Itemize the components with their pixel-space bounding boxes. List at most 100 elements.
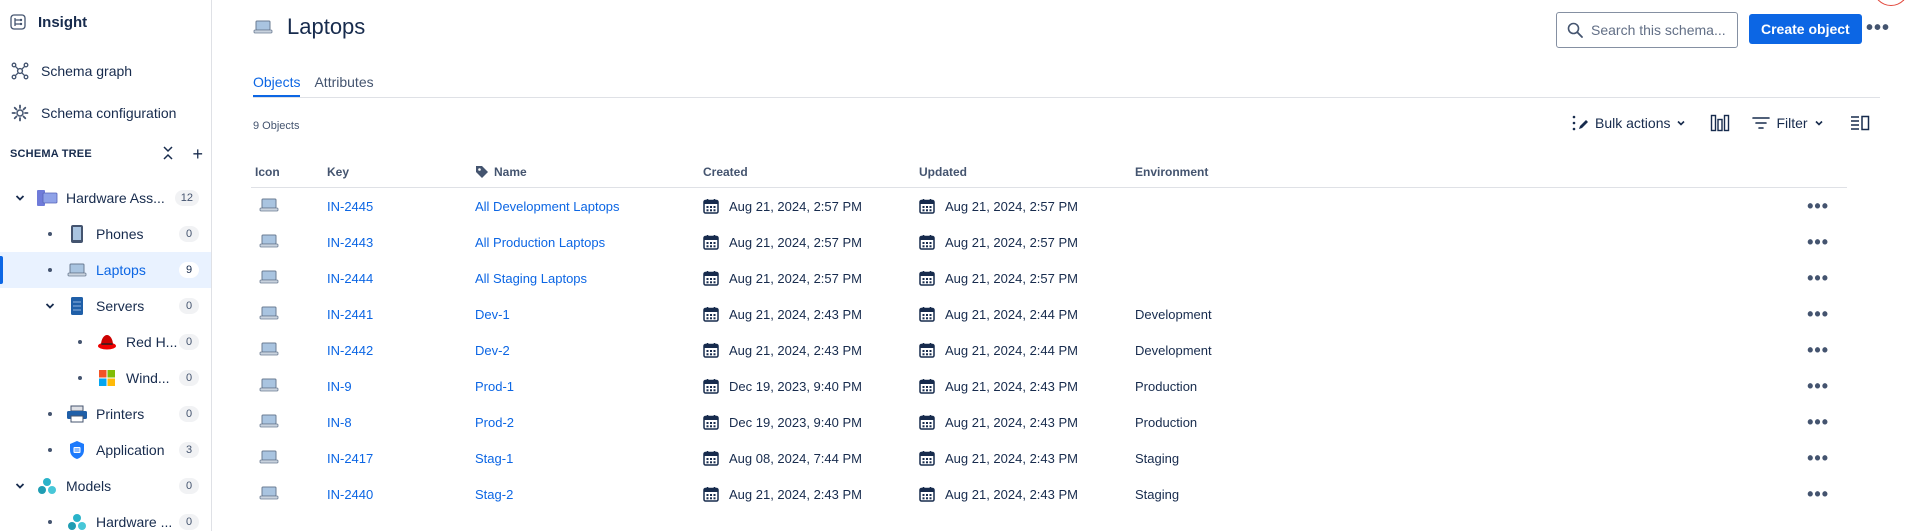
tree-item[interactable]: Laptops 9 [0, 252, 211, 288]
column-header-updated[interactable]: Updated [919, 165, 1135, 187]
object-key-link[interactable]: IN-2443 [327, 235, 373, 250]
column-chart-view-button[interactable] [1710, 114, 1730, 132]
column-header-created[interactable]: Created [703, 165, 919, 187]
laptop-icon [259, 341, 279, 360]
column-header-icon[interactable]: Icon [251, 165, 327, 187]
row-object-icon-cell [251, 269, 327, 288]
chevron-down-icon[interactable] [12, 193, 28, 203]
page-title: Laptops [287, 14, 366, 39]
tree-item-count: 0 [179, 226, 199, 242]
object-name-link[interactable]: Stag-1 [475, 451, 513, 466]
app-header[interactable]: Insight [0, 0, 211, 44]
updated-date: Aug 21, 2024, 2:57 PM [945, 198, 1078, 214]
row-more-actions-icon[interactable]: ••• [1807, 197, 1829, 215]
object-key-link[interactable]: IN-2445 [327, 199, 373, 214]
row-more-actions-icon[interactable]: ••• [1807, 377, 1829, 395]
object-name-link[interactable]: All Production Laptops [475, 235, 605, 250]
column-header-name[interactable]: Name [475, 165, 703, 187]
row-more-actions-icon[interactable]: ••• [1807, 305, 1829, 323]
tree-item[interactable]: Hardware Ass... 12 [0, 180, 211, 216]
search-field[interactable] [1556, 12, 1738, 48]
chevron-down-icon[interactable] [42, 301, 58, 311]
laptop-icon [259, 377, 279, 396]
schema-graph-icon [10, 61, 30, 81]
filter-button[interactable]: Filter [1752, 115, 1823, 131]
chevron-down-icon[interactable] [12, 481, 28, 491]
row-more-actions-icon[interactable]: ••• [1807, 449, 1829, 467]
object-name-link[interactable]: Prod-2 [475, 415, 514, 430]
object-key-link[interactable]: IN-2444 [327, 271, 373, 286]
object-name-link[interactable]: Stag-2 [475, 487, 513, 502]
table-row[interactable]: IN-2440 Stag-2 Aug 21, 2024, 2:43 PM Aug 21… [251, 476, 1847, 512]
tree-item-label: Hardware Ass... [66, 190, 165, 206]
row-more-actions-icon[interactable]: ••• [1807, 233, 1829, 251]
tab-objects[interactable]: Objects [253, 72, 301, 97]
updated-date: Aug 21, 2024, 2:43 PM [945, 414, 1078, 430]
column-header-environment[interactable]: Environment [1135, 165, 1335, 187]
calendar-icon [919, 343, 935, 358]
updated-date: Aug 21, 2024, 2:43 PM [945, 450, 1078, 466]
table-row[interactable]: IN-9 Prod-1 Dec 19, 2023, 9:40 PM Aug 21, 2… [251, 368, 1847, 404]
tree-item[interactable]: Printers 0 [0, 396, 211, 432]
tree-item[interactable]: Models 0 [0, 468, 211, 504]
created-cell: Aug 21, 2024, 2:57 PM [703, 234, 919, 250]
object-name-link[interactable]: Prod-1 [475, 379, 514, 394]
object-key-link[interactable]: IN-2442 [327, 343, 373, 358]
collapse-all-icon[interactable] [162, 145, 174, 164]
table-row[interactable]: IN-2445 All Development Laptops Aug 21, 20… [251, 188, 1847, 224]
created-date: Aug 21, 2024, 2:57 PM [729, 270, 862, 286]
table-row[interactable]: IN-2441 Dev-1 Aug 21, 2024, 2:43 PM Aug 21,… [251, 296, 1847, 332]
object-name-link[interactable]: All Development Laptops [475, 199, 620, 214]
sidebar-link-schema-graph[interactable]: Schema graph [0, 50, 211, 92]
table-row[interactable]: IN-2444 All Staging Laptops Aug 21, 2024, … [251, 260, 1847, 296]
object-key-link[interactable]: IN-2441 [327, 307, 373, 322]
row-more-actions-icon[interactable]: ••• [1807, 341, 1829, 359]
column-view-icon [1711, 114, 1730, 132]
table-row[interactable]: IN-8 Prod-2 Dec 19, 2023, 9:40 PM Aug 21, 2… [251, 404, 1847, 440]
tree-item-count: 0 [179, 298, 199, 314]
object-key-link[interactable]: IN-2417 [327, 451, 373, 466]
search-input[interactable] [1591, 22, 1731, 38]
add-icon[interactable]: + [192, 145, 203, 163]
laptop-icon [259, 269, 279, 288]
tab-attributes[interactable]: Attributes [314, 72, 373, 97]
environment-value: Staging [1135, 450, 1180, 466]
tree-item-label: Phones [96, 226, 144, 242]
object-key-link[interactable]: IN-2440 [327, 487, 373, 502]
object-name-link[interactable]: Dev-2 [475, 343, 510, 358]
bullet-icon [72, 340, 88, 344]
avatar-ring[interactable] [1873, 0, 1908, 6]
calendar-icon [919, 487, 935, 502]
row-more-actions-icon[interactable]: ••• [1807, 413, 1829, 431]
table-row[interactable]: IN-2443 All Production Laptops Aug 21, 202… [251, 224, 1847, 260]
object-key-link[interactable]: IN-8 [327, 415, 352, 430]
more-actions-icon[interactable]: ••• [1866, 17, 1890, 40]
calendar-icon [919, 307, 935, 322]
row-more-actions-icon[interactable]: ••• [1807, 269, 1829, 287]
tree-item[interactable]: Hardware ... 0 [0, 504, 211, 531]
schema-tree: Hardware Ass... 12 Phones 0 Laptops 9 Servers 0… [0, 180, 211, 531]
create-object-button[interactable]: Create object [1749, 14, 1862, 44]
sidebar-link-schema-configuration[interactable]: Schema configuration [0, 92, 211, 134]
tree-item[interactable]: Red H... 0 [0, 324, 211, 360]
tree-item-count: 0 [179, 370, 199, 386]
tree-item[interactable]: Application 3 [0, 432, 211, 468]
bulk-edit-icon [1572, 115, 1588, 131]
row-more-actions-icon[interactable]: ••• [1807, 485, 1829, 503]
tree-item-count: 0 [179, 406, 199, 422]
tree-item[interactable]: Wind... 0 [0, 360, 211, 396]
object-key-link[interactable]: IN-9 [327, 379, 352, 394]
object-name-link[interactable]: Dev-1 [475, 307, 510, 322]
table-row[interactable]: IN-2442 Dev-2 Aug 21, 2024, 2:43 PM Aug 21,… [251, 332, 1847, 368]
bulk-actions-button[interactable]: Bulk actions [1571, 114, 1686, 132]
object-name-link[interactable]: All Staging Laptops [475, 271, 587, 286]
created-date: Aug 21, 2024, 2:57 PM [729, 198, 862, 214]
table-row[interactable]: IN-2417 Stag-1 Aug 08, 2024, 7:44 PM Aug 21… [251, 440, 1847, 476]
detail-view-button[interactable] [1850, 115, 1870, 131]
tree-item[interactable]: Phones 0 [0, 216, 211, 252]
calendar-icon [703, 235, 719, 250]
calendar-icon [703, 415, 719, 430]
column-header-key[interactable]: Key [327, 165, 475, 187]
tree-item[interactable]: Servers 0 [0, 288, 211, 324]
models-icon [66, 512, 88, 531]
